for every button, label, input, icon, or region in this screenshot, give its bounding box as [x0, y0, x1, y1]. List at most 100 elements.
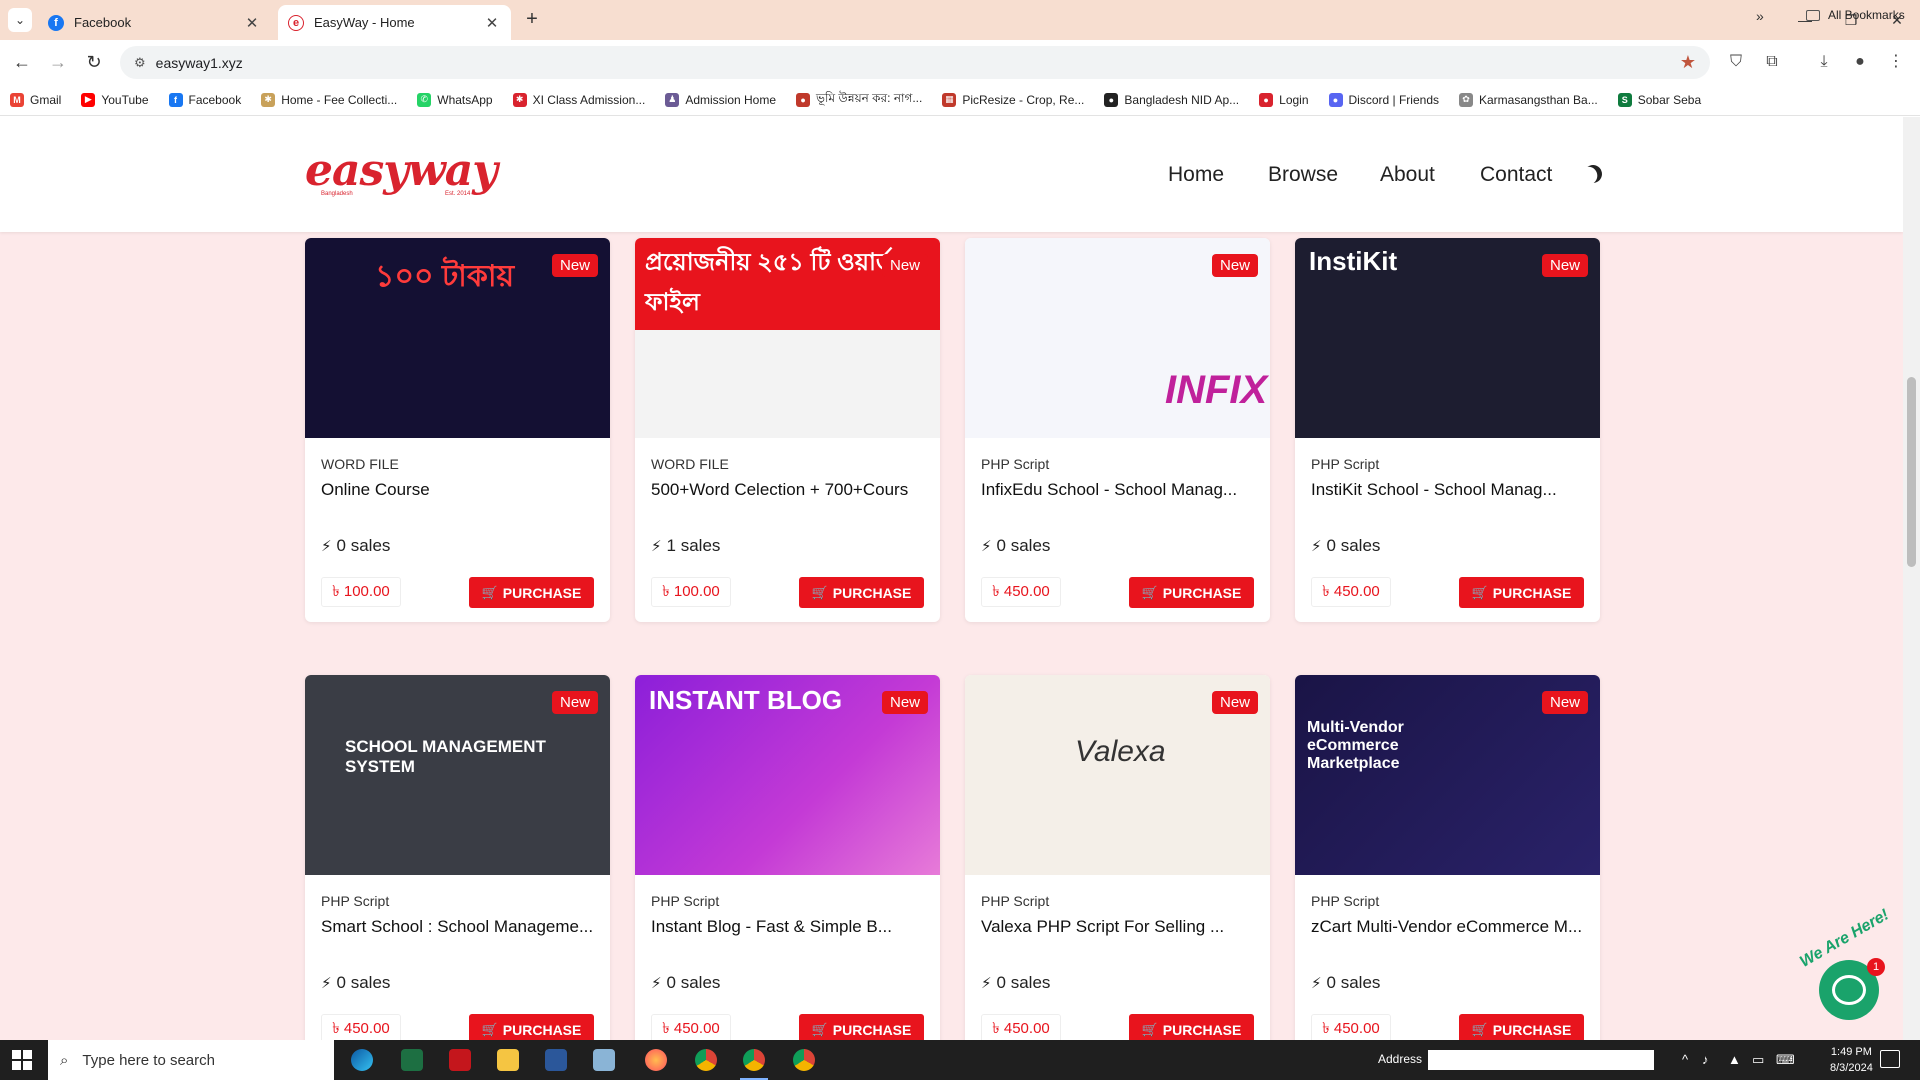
file-explorer-icon[interactable] — [488, 1045, 528, 1075]
product-title[interactable]: Online Course — [321, 478, 601, 501]
taskbar-search-box[interactable]: ⌕ Type here to search — [48, 1040, 334, 1080]
bookmark-item[interactable]: ▶ YouTube — [81, 92, 149, 107]
sales-count: 0 sales — [336, 536, 391, 555]
extensions-icon[interactable]: ⧉ — [1760, 50, 1784, 74]
bookmark-item[interactable]: f Facebook — [168, 92, 241, 107]
bookmark-item[interactable]: M Gmail — [10, 92, 61, 107]
dark-mode-toggle-icon[interactable] — [1581, 162, 1604, 185]
purchase-button[interactable]: 🛒 PURCHASE — [469, 1014, 594, 1040]
bookmark-item[interactable]: ● ভূমি উন্নয়ন কর: নাগ... — [796, 90, 922, 110]
taskbar-clock[interactable]: 1:49 PM 8/3/2024 — [1830, 1044, 1873, 1076]
edge-icon[interactable] — [342, 1045, 382, 1075]
nav-browse[interactable]: Browse — [1268, 163, 1338, 187]
acrobat-icon[interactable] — [440, 1045, 480, 1075]
product-sales: ⚡ 0 sales — [981, 536, 1050, 556]
chrome-active-icon[interactable] — [734, 1045, 774, 1080]
product-price: ৳ 100.00 — [321, 577, 401, 607]
bookmark-item[interactable]: ✆ WhatsApp — [417, 92, 493, 107]
product-card[interactable]: INSTANT BLOG New PHP Script Instant Blog - … — [635, 675, 940, 1040]
page-scrollbar[interactable] — [1903, 117, 1920, 1040]
product-title[interactable]: 500+Word Celection + 700+Cours — [651, 478, 931, 501]
product-title[interactable]: Smart School : School Manageme... — [321, 915, 601, 938]
bookmark-favicon-icon: ● — [796, 92, 811, 107]
bookmark-item[interactable]: S Sobar Seba — [1617, 92, 1701, 107]
purchase-button[interactable]: 🛒 PURCHASE — [1459, 1014, 1584, 1040]
all-bookmarks-button[interactable]: All Bookmarks — [1806, 8, 1905, 22]
app-icon[interactable] — [584, 1045, 624, 1075]
download-icon[interactable]: ⤓ — [1812, 50, 1836, 74]
more-bookmarks-icon[interactable]: » — [1756, 8, 1764, 24]
bolt-icon: ⚡ — [651, 538, 662, 555]
sales-count: 0 sales — [336, 973, 391, 992]
sales-count: 0 sales — [666, 973, 721, 992]
tab-facebook[interactable]: f Facebook ✕ — [38, 5, 271, 40]
purchase-button[interactable]: 🛒 PURCHASE — [1129, 577, 1254, 608]
close-icon[interactable]: ✕ — [483, 14, 501, 32]
scrollbar-thumb[interactable] — [1907, 377, 1916, 567]
purchase-button[interactable]: 🛒 PURCHASE — [469, 577, 594, 608]
volume-icon[interactable]: ♪ — [1702, 1052, 1709, 1067]
bookmark-star-icon[interactable]: ★ — [1680, 52, 1696, 73]
bookmark-item[interactable]: ♟ Admission Home — [665, 92, 776, 107]
bookmark-label: PicResize - Crop, Re... — [962, 92, 1085, 107]
bookmark-favicon-icon: ✱ — [512, 92, 527, 107]
new-tab-button[interactable]: + — [520, 8, 544, 32]
chrome-icon[interactable] — [686, 1045, 726, 1075]
bookmark-item[interactable]: ● Login — [1259, 92, 1309, 107]
menu-icon[interactable]: ⋮ — [1884, 50, 1908, 74]
tab-easyway[interactable]: e EasyWay - Home ✕ — [278, 5, 511, 40]
acrobat-tray-icon[interactable]: ▲ — [1728, 1052, 1741, 1067]
product-card[interactable]: প্রয়োজনীয় ২৫১ টি ওয়ার্ড ফাইল New WORD F… — [635, 238, 940, 622]
purchase-button[interactable]: 🛒 PURCHASE — [1459, 577, 1584, 608]
product-card[interactable]: Multi-Vendor eCommerce Marketplace New PHP… — [1295, 675, 1600, 1040]
bookmark-item[interactable]: ✱ Home - Fee Collecti... — [261, 92, 397, 107]
product-title[interactable]: zCart Multi-Vendor eCommerce M... — [1311, 915, 1591, 938]
shield-icon[interactable]: ⛉ — [1724, 50, 1748, 74]
word-icon[interactable] — [536, 1045, 576, 1075]
product-sales: ⚡ 0 sales — [981, 973, 1050, 993]
product-card[interactable]: InstiKit New PHP Script InstiKit School - S… — [1295, 238, 1600, 622]
product-title[interactable]: InfixEdu School - School Manag... — [981, 478, 1261, 501]
purchase-button[interactable]: 🛒 PURCHASE — [799, 577, 924, 608]
bookmark-item[interactable]: ✱ XI Class Admission... — [512, 92, 645, 107]
bookmark-item[interactable]: ▦ PicResize - Crop, Re... — [942, 92, 1085, 107]
product-card[interactable]: INFIX New PHP Script InfixEdu School - Scho… — [965, 238, 1270, 622]
purchase-button[interactable]: 🛒 PURCHASE — [1129, 1014, 1254, 1040]
nav-contact[interactable]: Contact — [1480, 163, 1552, 187]
firefox-icon[interactable] — [636, 1045, 676, 1075]
bookmark-item[interactable]: ● Bangladesh NID Ap... — [1104, 92, 1239, 107]
bookmark-favicon-icon: ▶ — [81, 92, 96, 107]
chrome-profile-icon[interactable] — [784, 1045, 824, 1075]
site-info-icon[interactable]: ⚙ — [134, 55, 146, 71]
address-toolbar-input[interactable] — [1428, 1050, 1654, 1070]
site-logo[interactable]: easyway Bangladesh Est. 2014 — [305, 149, 498, 198]
tray-chevron-icon[interactable]: ^ — [1682, 1052, 1688, 1067]
excel-icon[interactable] — [392, 1045, 432, 1075]
bookmark-item[interactable]: ✿ Karmasangsthan Ba... — [1459, 92, 1598, 107]
product-card[interactable]: ১০০ টাকায় New WORD FILE Online Course ⚡ 0 sa… — [305, 238, 610, 622]
tab-search-button[interactable]: ⌄ — [8, 8, 32, 32]
product-price: ৳ 450.00 — [1311, 1014, 1391, 1040]
address-bar[interactable]: ⚙ easyway1.xyz ★ — [120, 46, 1710, 79]
product-title[interactable]: Valexa PHP Script For Selling ... — [981, 915, 1261, 938]
product-sales: ⚡ 0 sales — [321, 536, 390, 556]
nav-home[interactable]: Home — [1168, 163, 1224, 187]
product-card[interactable]: Valexa New PHP Script Valexa PHP Script For… — [965, 675, 1270, 1040]
nav-about[interactable]: About — [1380, 163, 1435, 187]
network-icon[interactable]: ▭ — [1752, 1052, 1764, 1068]
product-card[interactable]: SCHOOL MANAGEMENT SYSTEM New PHP Script Sma… — [305, 675, 610, 1040]
purchase-button[interactable]: 🛒 PURCHASE — [799, 1014, 924, 1040]
notification-icon[interactable] — [1880, 1050, 1900, 1068]
windows-start-icon[interactable] — [12, 1050, 32, 1070]
bookmark-item[interactable]: ● Discord | Friends — [1328, 92, 1439, 107]
product-title[interactable]: Instant Blog - Fast & Simple B... — [651, 915, 931, 938]
back-button[interactable]: ← — [10, 50, 34, 74]
keyboard-icon[interactable]: ⌨ — [1776, 1052, 1795, 1068]
reload-button[interactable]: ↻ — [82, 50, 106, 74]
forward-button[interactable]: → — [46, 50, 70, 74]
purchase-label: PURCHASE — [502, 584, 582, 601]
close-icon[interactable]: ✕ — [243, 14, 261, 32]
chat-widget[interactable]: We Are Here! 1 — [1775, 906, 1905, 1035]
product-title[interactable]: InstiKit School - School Manag... — [1311, 478, 1591, 501]
profile-avatar[interactable]: ● — [1848, 50, 1872, 74]
